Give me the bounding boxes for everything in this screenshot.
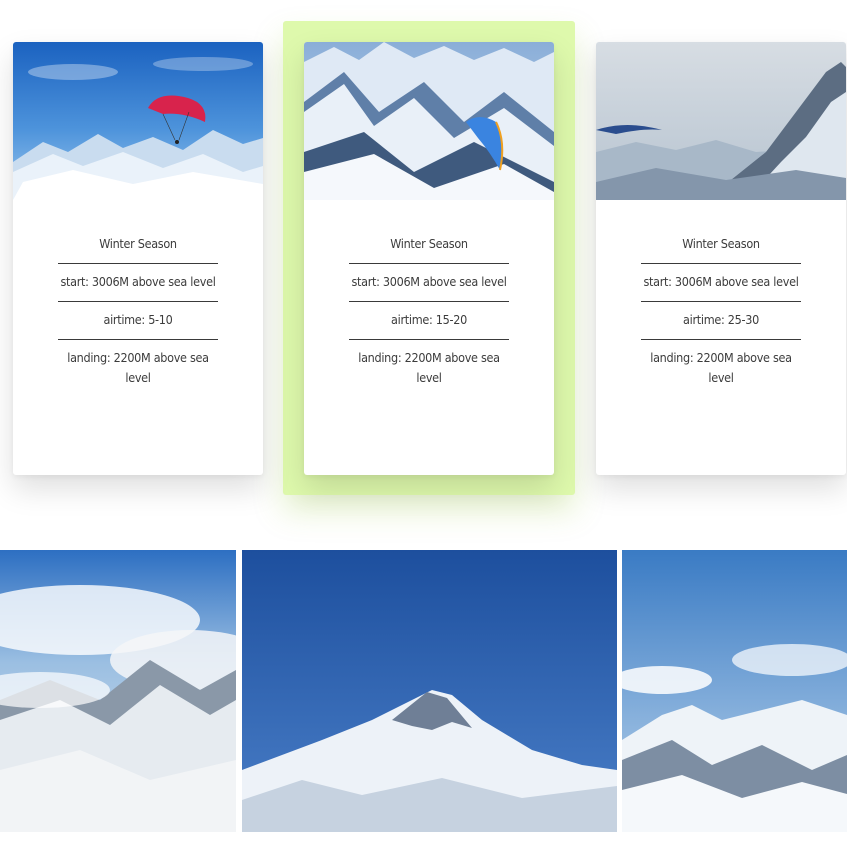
season-label: Winter Season — [58, 234, 218, 264]
start-altitude: start: 3006M above sea level — [58, 264, 218, 302]
season-card-featured[interactable]: Winter Season start: 3006M above sea lev… — [304, 42, 554, 475]
snowy-ridges-photo[interactable] — [622, 550, 847, 832]
snowy-slopes-photo[interactable] — [0, 550, 236, 832]
paraglider-photo — [596, 42, 846, 200]
season-card[interactable]: Winter Season start: 3006M above sea lev… — [596, 42, 846, 475]
landing-altitude: landing: 2200M above sea level — [67, 350, 209, 385]
season-label: Winter Season — [641, 234, 801, 264]
snow-peak-photo[interactable] — [242, 550, 617, 832]
season-label: Winter Season — [349, 234, 509, 264]
airtime: airtime: 25-30 — [641, 302, 801, 340]
airtime: airtime: 15-20 — [349, 302, 509, 340]
landing-altitude: landing: 2200M above sea level — [650, 350, 792, 385]
paraglider-photo — [304, 42, 554, 200]
airtime: airtime: 5-10 — [58, 302, 218, 340]
season-card[interactable]: Winter Season start: 3006M above sea lev… — [13, 42, 263, 475]
start-altitude: start: 3006M above sea level — [641, 264, 801, 302]
start-altitude: start: 3006M above sea level — [349, 264, 509, 302]
paraglider-photo — [13, 42, 263, 200]
landing-altitude: landing: 2200M above sea level — [358, 350, 500, 385]
